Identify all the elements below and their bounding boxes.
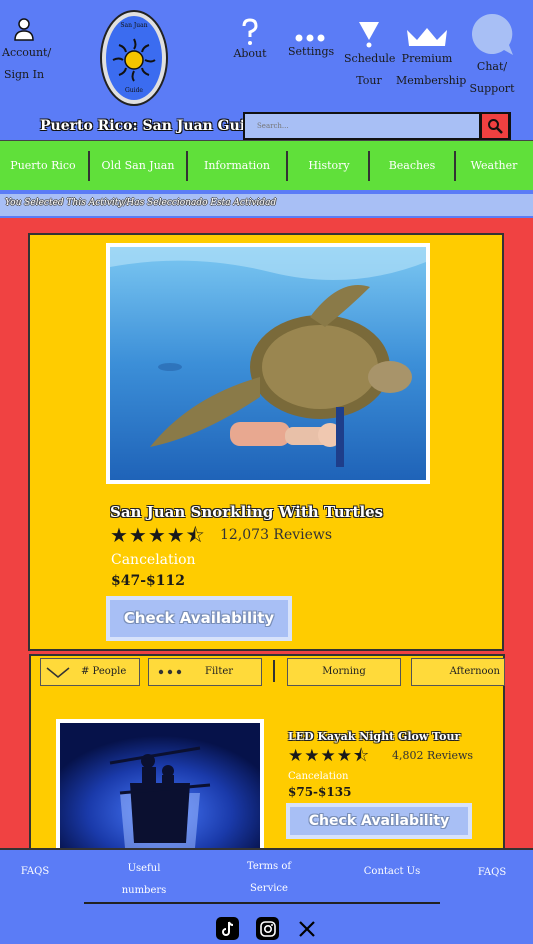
footer-divider — [84, 902, 440, 904]
nav-item-history[interactable]: History — [290, 141, 368, 191]
schedule-label-1: Schedule — [344, 52, 396, 65]
nav-item-old-san-juan[interactable]: Old San Juan — [92, 141, 184, 191]
breadcrumb: You Selected This Activity/Has Seleccion… — [0, 194, 533, 216]
search-input[interactable] — [245, 114, 479, 138]
footer-terms-of-service[interactable]: Terms of Service — [232, 856, 306, 900]
nav-divider — [368, 151, 370, 181]
terms-label-2: Service — [250, 883, 288, 894]
schedule-label-2: Tour — [356, 74, 382, 87]
useful-label-2: numbers — [121, 885, 167, 896]
about-label: About — [233, 47, 267, 60]
people-filter[interactable]: # People — [40, 658, 140, 686]
chat-label-1: Chat/ — [476, 60, 508, 73]
featured-cancelation: Cancelation — [111, 552, 196, 568]
instagram-icon[interactable] — [256, 917, 279, 940]
nav-divider — [286, 151, 288, 181]
search-bar — [243, 112, 511, 140]
kayak-cancelation: Cancelation — [288, 771, 349, 782]
kayak-check-availability-button[interactable]: Check Availability — [286, 803, 472, 839]
account-link[interactable]: Account/ Sign In — [2, 16, 52, 86]
more-dots-icon — [295, 34, 325, 42]
chat-label-2: Support — [469, 82, 515, 95]
featured-check-availability-button[interactable]: Check Availability — [106, 596, 292, 641]
kayak-activity-image — [56, 719, 264, 850]
premium-label-1: Premium — [401, 52, 453, 65]
logo-bottom-text: Guide — [125, 87, 143, 94]
logo-top-text: San Juan — [120, 22, 148, 29]
settings-label: Settings — [288, 45, 335, 58]
question-icon — [242, 18, 258, 45]
filter-divider — [273, 660, 275, 682]
sun-icon — [112, 38, 156, 82]
filter-button[interactable]: Filter — [148, 658, 262, 686]
x-glyph — [298, 920, 315, 937]
nav-divider — [186, 151, 188, 181]
site-logo[interactable]: San Juan Guide — [100, 10, 168, 106]
search-button[interactable] — [480, 112, 510, 140]
search-icon — [488, 119, 503, 134]
footer-contact-us[interactable]: Contact Us — [356, 861, 428, 883]
terms-label-1: Terms of — [246, 861, 292, 872]
nav-item-information[interactable]: Information — [190, 141, 284, 191]
nav-item-weather[interactable]: Weather — [458, 141, 530, 191]
chevron-down-icon — [46, 667, 70, 678]
instagram-glyph — [259, 920, 276, 937]
main-nav: Puerto Rico Old San Juan Information His… — [0, 140, 533, 190]
kayak-review-count[interactable]: 4,802 Reviews — [392, 749, 473, 762]
more-dots-icon — [158, 669, 182, 675]
chat-support-link[interactable]: Chat/ Support — [468, 12, 516, 100]
premium-membership-link[interactable]: Premium Membership — [396, 26, 467, 92]
chat-bubble-icon — [472, 13, 513, 55]
morning-filter[interactable]: Morning — [287, 658, 401, 686]
kayak-activity-title[interactable]: LED Kayak Night Glow Tour — [288, 730, 460, 743]
footer-faqs-left[interactable]: FAQS — [12, 861, 58, 883]
settings-link[interactable]: Settings — [288, 30, 335, 60]
nav-divider — [88, 151, 90, 181]
x-icon[interactable] — [295, 917, 318, 940]
schedule-tour-link[interactable]: Schedule Tour — [344, 20, 396, 92]
nav-divider — [454, 151, 456, 181]
filter-label: Filter — [205, 666, 234, 677]
footer-faqs-right[interactable]: FAQS — [470, 862, 514, 884]
crown-icon — [407, 28, 447, 46]
featured-review-count[interactable]: 12,073 Reviews — [220, 527, 332, 543]
afternoon-filter[interactable]: Afternoon — [411, 658, 505, 686]
signin-label: Sign In — [3, 68, 45, 81]
turtle-snorkel-photo — [110, 247, 426, 480]
about-link[interactable]: About — [230, 18, 270, 62]
tiktok-icon[interactable] — [216, 917, 239, 940]
footer-useful-numbers[interactable]: Useful numbers — [108, 858, 180, 902]
kayak-price: $75-$135 — [288, 785, 352, 799]
premium-label-2: Membership — [396, 74, 467, 87]
site-title: Puerto Rico: San Juan Guide — [40, 118, 264, 134]
featured-activity-image — [106, 243, 430, 484]
night-kayak-photo — [60, 723, 260, 850]
useful-label-1: Useful — [127, 863, 161, 874]
nav-item-puerto-rico[interactable]: Puerto Rico — [0, 141, 86, 191]
featured-activity-title[interactable]: San Juan Snorkling With Turtles — [110, 503, 383, 521]
featured-price: $47-$112 — [111, 573, 185, 589]
user-icon — [14, 18, 34, 41]
people-filter-label: # People — [81, 666, 127, 677]
breadcrumb-text: You Selected This Activity/Has Seleccion… — [5, 198, 277, 208]
tiktok-glyph — [221, 921, 233, 936]
kayak-rating-stars: ★★★★⯪ — [288, 746, 371, 766]
nav-item-beaches[interactable]: Beaches — [372, 141, 452, 191]
featured-rating-stars: ★★★★⯪ — [110, 523, 206, 547]
alert-icon — [359, 22, 379, 48]
account-label: Account/ — [2, 46, 52, 59]
